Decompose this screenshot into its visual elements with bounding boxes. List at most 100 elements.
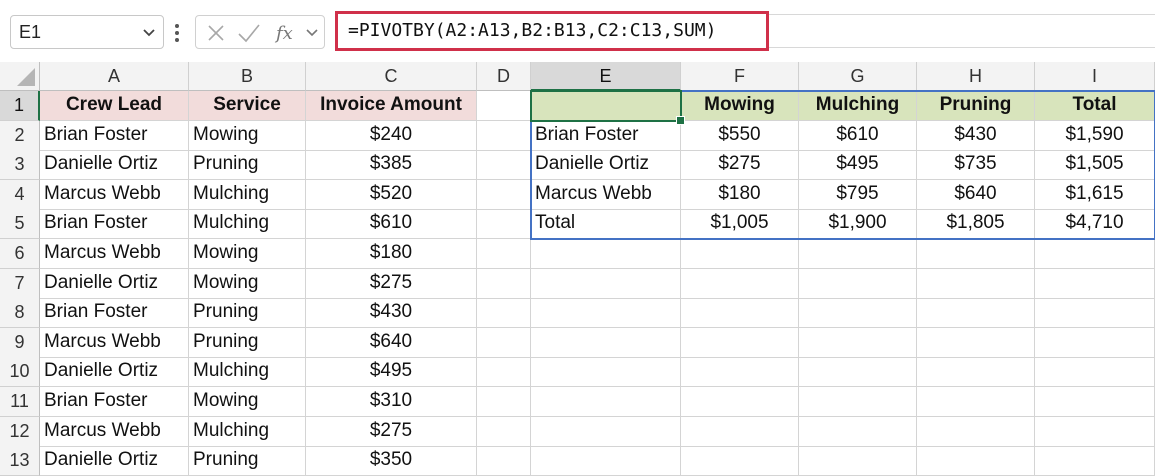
- cell[interactable]: [477, 239, 531, 270]
- cell[interactable]: [531, 387, 681, 418]
- cell[interactable]: [799, 298, 917, 329]
- row-header-9[interactable]: 9: [0, 327, 40, 358]
- pivot-value-cell[interactable]: $1,805: [917, 209, 1035, 240]
- more-options-icon[interactable]: [172, 22, 182, 44]
- source-data-cell[interactable]: Brian Foster: [40, 387, 189, 418]
- pivot-corner-cell[interactable]: [531, 91, 681, 122]
- source-data-cell[interactable]: Marcus Webb: [40, 239, 189, 270]
- cell[interactable]: [917, 446, 1035, 476]
- row-header-6[interactable]: 6: [0, 239, 40, 270]
- source-data-cell[interactable]: Mowing: [189, 239, 306, 270]
- cell[interactable]: [917, 357, 1035, 388]
- source-data-cell[interactable]: Danielle Ortiz: [40, 357, 189, 388]
- cell[interactable]: [1035, 446, 1155, 476]
- cell[interactable]: [531, 298, 681, 329]
- cell[interactable]: [477, 91, 531, 122]
- cell[interactable]: [799, 268, 917, 299]
- source-data-cell[interactable]: Pruning: [189, 327, 306, 358]
- row-header-1[interactable]: 1: [0, 91, 40, 122]
- cell[interactable]: [531, 327, 681, 358]
- source-data-cell[interactable]: $350: [306, 446, 477, 476]
- column-header-g[interactable]: G: [799, 62, 917, 91]
- source-data-cell[interactable]: Brian Foster: [40, 120, 189, 151]
- cell[interactable]: [477, 327, 531, 358]
- column-header-h[interactable]: H: [917, 62, 1035, 91]
- cell[interactable]: [531, 268, 681, 299]
- pivot-row-label[interactable]: Danielle Ortiz: [531, 150, 681, 181]
- check-icon[interactable]: [236, 21, 262, 45]
- cell[interactable]: [531, 357, 681, 388]
- cell[interactable]: [799, 239, 917, 270]
- row-header-11[interactable]: 11: [0, 387, 40, 418]
- cell[interactable]: [917, 327, 1035, 358]
- cell[interactable]: [1035, 239, 1155, 270]
- source-data-cell[interactable]: Danielle Ortiz: [40, 268, 189, 299]
- source-data-cell[interactable]: Pruning: [189, 298, 306, 329]
- column-header-d[interactable]: D: [477, 62, 531, 91]
- source-data-cell[interactable]: $430: [306, 298, 477, 329]
- x-icon[interactable]: [204, 21, 228, 45]
- cell[interactable]: [917, 268, 1035, 299]
- pivot-value-cell[interactable]: $1,900: [799, 209, 917, 240]
- source-header-cell[interactable]: Invoice Amount: [306, 91, 477, 122]
- row-header-3[interactable]: 3: [0, 150, 40, 181]
- source-data-cell[interactable]: $610: [306, 209, 477, 240]
- name-box[interactable]: E1: [10, 15, 164, 49]
- source-data-cell[interactable]: Marcus Webb: [40, 416, 189, 447]
- pivot-value-cell[interactable]: $180: [681, 179, 799, 210]
- pivot-header-cell[interactable]: Pruning: [917, 91, 1035, 122]
- pivot-value-cell[interactable]: $550: [681, 120, 799, 151]
- column-header-e[interactable]: E: [531, 62, 681, 91]
- cell[interactable]: [477, 120, 531, 151]
- source-data-cell[interactable]: Mulching: [189, 416, 306, 447]
- source-header-cell[interactable]: Service: [189, 91, 306, 122]
- row-header-12[interactable]: 12: [0, 416, 40, 447]
- column-header-i[interactable]: I: [1035, 62, 1155, 91]
- source-data-cell[interactable]: Danielle Ortiz: [40, 150, 189, 181]
- pivot-row-label[interactable]: Marcus Webb: [531, 179, 681, 210]
- source-data-cell[interactable]: $310: [306, 387, 477, 418]
- pivot-value-cell[interactable]: $1,005: [681, 209, 799, 240]
- pivot-value-cell[interactable]: $640: [917, 179, 1035, 210]
- source-data-cell[interactable]: $385: [306, 150, 477, 181]
- cell[interactable]: [917, 239, 1035, 270]
- cell[interactable]: [477, 150, 531, 181]
- cell[interactable]: [917, 416, 1035, 447]
- source-data-cell[interactable]: $495: [306, 357, 477, 388]
- pivot-row-label[interactable]: Total: [531, 209, 681, 240]
- row-header-7[interactable]: 7: [0, 268, 40, 299]
- cell[interactable]: [1035, 357, 1155, 388]
- cell[interactable]: [1035, 268, 1155, 299]
- cell[interactable]: [917, 298, 1035, 329]
- pivot-value-cell[interactable]: $1,615: [1035, 179, 1155, 210]
- pivot-value-cell[interactable]: $275: [681, 150, 799, 181]
- source-data-cell[interactable]: Mowing: [189, 387, 306, 418]
- cell[interactable]: [917, 387, 1035, 418]
- cell[interactable]: [799, 446, 917, 476]
- source-data-cell[interactable]: $520: [306, 179, 477, 210]
- cell[interactable]: [681, 416, 799, 447]
- cell[interactable]: [477, 298, 531, 329]
- pivot-header-cell[interactable]: Mowing: [681, 91, 799, 122]
- cell[interactable]: [681, 268, 799, 299]
- source-data-cell[interactable]: Marcus Webb: [40, 179, 189, 210]
- source-data-cell[interactable]: Mulching: [189, 209, 306, 240]
- source-data-cell[interactable]: $275: [306, 416, 477, 447]
- source-header-cell[interactable]: Crew Lead: [40, 91, 189, 122]
- pivot-value-cell[interactable]: $4,710: [1035, 209, 1155, 240]
- cell[interactable]: [531, 239, 681, 270]
- source-data-cell[interactable]: Mowing: [189, 268, 306, 299]
- source-data-cell[interactable]: Pruning: [189, 150, 306, 181]
- cell[interactable]: [799, 416, 917, 447]
- source-data-cell[interactable]: $640: [306, 327, 477, 358]
- cell[interactable]: [799, 357, 917, 388]
- cell[interactable]: [681, 357, 799, 388]
- fx-icon[interactable]: fx: [274, 21, 300, 45]
- cell[interactable]: [477, 357, 531, 388]
- cell[interactable]: [1035, 416, 1155, 447]
- row-header-13[interactable]: 13: [0, 446, 40, 476]
- column-header-a[interactable]: A: [40, 62, 189, 91]
- pivot-value-cell[interactable]: $430: [917, 120, 1035, 151]
- cell[interactable]: [531, 446, 681, 476]
- cell[interactable]: [477, 387, 531, 418]
